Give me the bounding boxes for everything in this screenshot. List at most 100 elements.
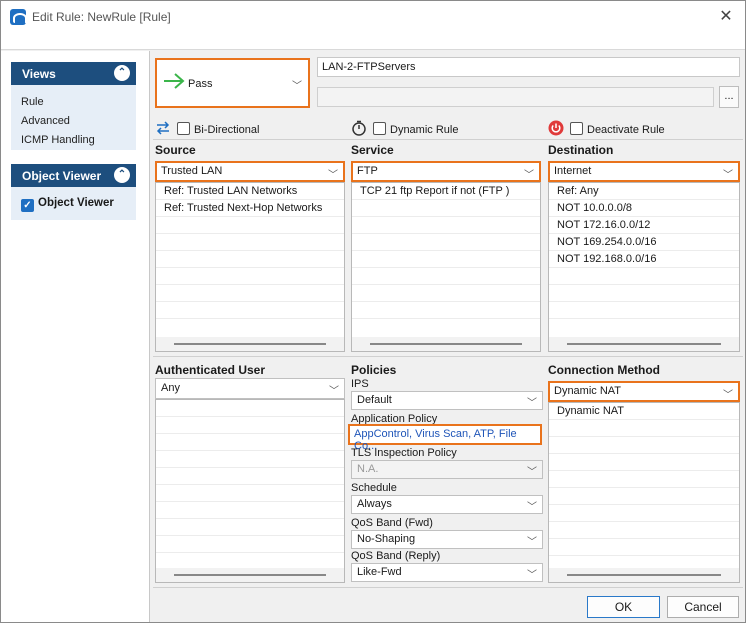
list-item-empty: . bbox=[352, 302, 540, 319]
dynamic-rule-option[interactable]: Dynamic Rule bbox=[351, 120, 458, 136]
list-item[interactable]: Ref: Any bbox=[549, 183, 739, 200]
divider bbox=[153, 356, 743, 357]
object-viewer-header-label: Object Viewer bbox=[22, 169, 102, 183]
list-item-empty: . bbox=[352, 217, 540, 234]
sidebar-item-rule[interactable]: Rule bbox=[11, 93, 136, 112]
checkbox-checked-icon[interactable]: ✓ bbox=[21, 199, 34, 212]
policies-label: Policies bbox=[351, 363, 397, 377]
bidirectional-label: Bi-Directional bbox=[194, 124, 260, 136]
connection-method-selected: Dynamic NAT bbox=[554, 385, 622, 397]
horizontal-scrollbar[interactable] bbox=[156, 337, 344, 351]
rule-description-field[interactable] bbox=[317, 87, 714, 107]
scrollbar-thumb[interactable] bbox=[174, 574, 326, 576]
scrollbar-thumb[interactable] bbox=[370, 343, 522, 345]
qos-band-fwd-label: QoS Band (Fwd) bbox=[351, 517, 433, 529]
horizontal-scrollbar[interactable] bbox=[352, 337, 540, 351]
authenticated-user-list[interactable]: . . . . . . . . . bbox=[155, 399, 345, 583]
list-item[interactable]: NOT 172.16.0.0/12 bbox=[549, 217, 739, 234]
views-panel: Rule Advanced ICMP Handling bbox=[11, 85, 136, 150]
close-icon[interactable]: ✕ bbox=[715, 6, 737, 28]
list-item-empty: . bbox=[156, 468, 344, 485]
qos-band-reply-dropdown[interactable]: Like-Fwd ﹀ bbox=[351, 563, 543, 582]
list-item[interactable]: NOT 169.254.0.0/16 bbox=[549, 234, 739, 251]
rule-name-field[interactable]: LAN-2-FTPServers bbox=[317, 57, 740, 77]
edit-rule-dialog: Edit Rule: NewRule [Rule] ✕ Views ⌃ Rule… bbox=[0, 0, 746, 623]
service-dropdown[interactable]: FTP ﹀ bbox=[351, 161, 541, 182]
service-label: Service bbox=[351, 143, 394, 157]
collapse-icon[interactable]: ⌃ bbox=[114, 167, 130, 183]
destination-list[interactable]: Ref: Any NOT 10.0.0.0/8 NOT 172.16.0.0/1… bbox=[548, 182, 740, 352]
ok-button[interactable]: OK bbox=[587, 596, 660, 618]
views-panel-header[interactable]: Views ⌃ bbox=[11, 62, 136, 85]
list-item[interactable]: Ref: Trusted LAN Networks bbox=[156, 183, 344, 200]
dynamic-rule-checkbox[interactable] bbox=[373, 122, 386, 135]
ips-dropdown[interactable]: Default ﹀ bbox=[351, 391, 543, 410]
bidirectional-option[interactable]: Bi-Directional bbox=[155, 120, 259, 136]
schedule-dropdown[interactable]: Always ﹀ bbox=[351, 495, 543, 514]
list-item-empty: . bbox=[156, 485, 344, 502]
horizontal-scrollbar[interactable] bbox=[549, 337, 739, 351]
tls-inspection-policy-dropdown: N.A. ﹀ bbox=[351, 460, 543, 479]
horizontal-scrollbar[interactable] bbox=[156, 568, 344, 582]
list-item-empty: . bbox=[156, 268, 344, 285]
scrollbar-thumb[interactable] bbox=[567, 343, 721, 345]
scrollbar-thumb[interactable] bbox=[174, 343, 326, 345]
chevron-down-icon: ﹀ bbox=[723, 170, 733, 181]
stopwatch-icon bbox=[352, 120, 366, 136]
chevron-down-icon: ﹀ bbox=[527, 537, 537, 548]
scrollbar-thumb[interactable] bbox=[567, 574, 721, 576]
list-item[interactable]: NOT 192.168.0.0/16 bbox=[549, 251, 739, 268]
qos-band-fwd-dropdown[interactable]: No-Shaping ﹀ bbox=[351, 530, 543, 549]
destination-dropdown[interactable]: Internet ﹀ bbox=[548, 161, 740, 182]
tls-inspection-policy-label: TLS Inspection Policy bbox=[351, 447, 457, 459]
list-item-empty: . bbox=[549, 285, 739, 302]
object-viewer-panel-header[interactable]: Object Viewer ⌃ bbox=[11, 164, 136, 187]
rule-editor: Pass ﹀ LAN-2-FTPServers ... Bi-Direction… bbox=[151, 51, 745, 622]
sidebar-item-advanced[interactable]: Advanced bbox=[11, 112, 136, 131]
list-item-empty: . bbox=[156, 234, 344, 251]
application-policy-field[interactable]: AppControl, Virus Scan, ATP, File Co... bbox=[348, 424, 542, 452]
list-item[interactable]: NOT 10.0.0.0/8 bbox=[549, 200, 739, 217]
views-header-label: Views bbox=[22, 67, 56, 81]
list-item-empty: . bbox=[549, 420, 739, 437]
service-list[interactable]: TCP 21 ftp Report if not (FTP ) . . . . … bbox=[351, 182, 541, 352]
connection-method-list[interactable]: Dynamic NAT . . . . . . . . bbox=[548, 402, 740, 583]
list-item-empty: . bbox=[156, 285, 344, 302]
list-item-empty: . bbox=[156, 519, 344, 536]
qos-band-reply-value: Like-Fwd bbox=[357, 566, 402, 578]
list-item-empty: . bbox=[156, 536, 344, 553]
authenticated-user-dropdown[interactable]: Any ﹀ bbox=[155, 378, 345, 399]
list-item[interactable]: Ref: Trusted Next-Hop Networks bbox=[156, 200, 344, 217]
list-item-empty: . bbox=[549, 488, 739, 505]
qos-band-reply-label: QoS Band (Reply) bbox=[351, 550, 441, 562]
list-item-empty: . bbox=[549, 268, 739, 285]
list-item-empty: . bbox=[549, 522, 739, 539]
divider bbox=[153, 139, 743, 140]
collapse-icon[interactable]: ⌃ bbox=[114, 65, 130, 81]
action-dropdown[interactable]: Pass ﹀ bbox=[155, 58, 310, 108]
sidebar-item-icmp-handling[interactable]: ICMP Handling bbox=[11, 131, 136, 150]
deactivate-rule-checkbox[interactable] bbox=[570, 122, 583, 135]
chevron-down-icon: ﹀ bbox=[723, 390, 733, 401]
object-viewer-toggle[interactable]: ✓ Object Viewer bbox=[11, 190, 136, 217]
horizontal-scrollbar[interactable] bbox=[549, 568, 739, 582]
list-item-empty: . bbox=[549, 471, 739, 488]
schedule-label: Schedule bbox=[351, 482, 397, 494]
bidirectional-arrows-icon bbox=[156, 121, 170, 135]
authenticated-user-selected: Any bbox=[161, 382, 180, 394]
source-dropdown[interactable]: Trusted LAN ﹀ bbox=[155, 161, 345, 182]
chevron-down-icon: ﹀ bbox=[524, 170, 534, 181]
list-item-empty: . bbox=[549, 454, 739, 471]
bidirectional-checkbox[interactable] bbox=[177, 122, 190, 135]
list-item[interactable]: Dynamic NAT bbox=[549, 403, 739, 420]
cancel-button[interactable]: Cancel bbox=[667, 596, 739, 618]
more-button[interactable]: ... bbox=[719, 86, 739, 108]
list-item[interactable]: TCP 21 ftp Report if not (FTP ) bbox=[352, 183, 540, 200]
ips-value: Default bbox=[357, 394, 392, 406]
source-list[interactable]: Ref: Trusted LAN Networks Ref: Trusted N… bbox=[155, 182, 345, 352]
deactivate-rule-option[interactable]: Deactivate Rule bbox=[548, 120, 665, 136]
list-item-empty: . bbox=[549, 539, 739, 556]
connection-method-dropdown[interactable]: Dynamic NAT ﹀ bbox=[548, 381, 740, 402]
destination-label: Destination bbox=[548, 143, 614, 157]
title-bar: Edit Rule: NewRule [Rule] ✕ bbox=[1, 1, 745, 33]
